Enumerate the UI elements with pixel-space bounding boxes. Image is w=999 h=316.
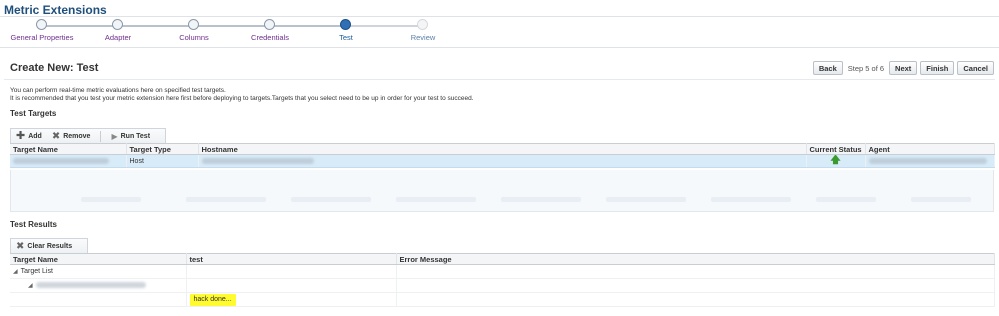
empty-placeholder (501, 197, 581, 202)
train-stop-general-properties[interactable] (36, 19, 47, 30)
train-label-columns[interactable]: Columns (179, 33, 209, 42)
remove-label: Remove (63, 132, 91, 140)
empty-placeholder (606, 197, 686, 202)
test-targets-toolbar: ✚ Add ✖ Remove ▶ Run Test (10, 128, 166, 143)
redacted-text (201, 157, 314, 164)
train-label-credentials[interactable]: Credentials (251, 33, 289, 42)
clear-results-label: Clear Results (27, 242, 73, 250)
tree-row-target[interactable]: ◢ (10, 278, 995, 293)
cancel-button[interactable]: Cancel (957, 61, 994, 75)
cell-hostname (198, 154, 807, 168)
info-line-2: It is recommended that you test your met… (10, 94, 474, 102)
col-target-name[interactable]: Target Name (10, 143, 127, 155)
run-test-button[interactable]: ▶ Run Test (111, 132, 150, 141)
train-stop-credentials[interactable] (264, 19, 275, 30)
play-icon: ▶ (111, 131, 118, 141)
test-results-toolbar: ✖ Clear Results (10, 238, 88, 253)
cell-tree-target: ◢ (10, 278, 187, 293)
finish-button[interactable]: Finish (920, 61, 955, 75)
empty-placeholder (291, 197, 371, 202)
train-label-adapter[interactable]: Adapter (105, 33, 131, 42)
cell-empty (186, 278, 397, 293)
cell-agent (865, 154, 995, 168)
col-result-test[interactable]: test (186, 253, 397, 265)
arrow-up-icon: 🡅 (830, 155, 841, 166)
table-row[interactable]: hack done... (10, 292, 995, 307)
col-error-message[interactable]: Error Message (396, 253, 995, 265)
wizard-navigation: Back Step 5 of 6 Next Finish Cancel (812, 61, 994, 75)
tree-expand-icon[interactable]: ◢ (13, 268, 18, 275)
empty-placeholder (186, 197, 266, 202)
clear-results-button[interactable]: ✖ Clear Results (16, 240, 73, 252)
empty-placeholder (81, 197, 141, 202)
targets-header-row: Target Name Target Type Hostname Current… (10, 143, 995, 155)
train-divider (0, 47, 999, 48)
redacted-text (13, 157, 109, 164)
info-text: You can perform real-time metric evaluat… (10, 87, 474, 102)
table-row[interactable]: Host 🡅 (10, 154, 995, 168)
run-test-label: Run Test (120, 132, 151, 140)
col-current-status[interactable]: Current Status (806, 143, 866, 155)
targets-empty-area (10, 170, 994, 212)
train-label-general-properties[interactable]: General Properties (11, 33, 74, 42)
cell-target-name (10, 154, 127, 168)
cell-empty (10, 292, 187, 307)
redacted-text (35, 282, 146, 289)
tree-root-label: Target List (20, 268, 53, 275)
results-header-row: Target Name test Error Message (10, 253, 995, 265)
tree-row-target-list[interactable]: ◢ Target List (10, 264, 995, 279)
tree-expand-icon[interactable]: ◢ (28, 282, 33, 289)
plus-icon: ✚ (16, 129, 26, 142)
empty-placeholder (711, 197, 791, 202)
train-line-remaining (345, 25, 423, 27)
cell-empty (186, 264, 397, 279)
clear-x-icon: ✖ (16, 240, 25, 252)
col-agent[interactable]: Agent (865, 143, 995, 155)
toolbar-separator (100, 130, 102, 142)
cell-empty (396, 278, 995, 293)
test-results-title: Test Results (10, 220, 57, 229)
section-title: Create New: Test (10, 62, 99, 74)
col-result-target-name[interactable]: Target Name (10, 253, 187, 265)
back-button[interactable]: Back (812, 61, 843, 75)
add-label: Add (28, 132, 42, 140)
info-line-1: You can perform real-time metric evaluat… (10, 87, 226, 94)
next-button[interactable]: Next (889, 61, 918, 75)
train-stop-test (340, 19, 351, 30)
test-targets-table: Target Name Target Type Hostname Current… (10, 143, 995, 168)
test-results-table: Target Name test Error Message ◢ Target L… (10, 253, 995, 307)
empty-placeholder (396, 197, 476, 202)
result-value: hack done... (189, 293, 236, 306)
train-label-test: Test (339, 33, 353, 42)
train-stop-review (417, 19, 428, 30)
cell-current-status: 🡅 (806, 154, 866, 168)
step-indicator: Step 5 of 6 (847, 63, 885, 73)
cell-test-value: hack done... (186, 292, 397, 307)
remove-x-icon: ✖ (51, 130, 61, 142)
wizard-train: General Properties Adapter Columns Crede… (0, 17, 999, 47)
col-target-type[interactable]: Target Type (126, 143, 199, 155)
test-targets-title: Test Targets (10, 109, 57, 118)
cell-empty (396, 264, 995, 279)
remove-button[interactable]: ✖ Remove (51, 130, 91, 142)
train-label-review: Review (410, 33, 436, 42)
train-stop-adapter[interactable] (112, 19, 123, 30)
cell-error-message (396, 292, 995, 307)
page-title: Metric Extensions (4, 3, 107, 17)
train-stop-columns[interactable] (188, 19, 199, 30)
cell-target-type: Host (126, 154, 199, 168)
add-button[interactable]: ✚ Add (16, 129, 42, 142)
redacted-text (868, 157, 987, 164)
cell-tree-root: ◢ Target List (10, 264, 187, 279)
section-divider (4, 79, 995, 80)
empty-placeholder (911, 197, 971, 202)
empty-placeholder (816, 197, 876, 202)
col-hostname[interactable]: Hostname (198, 143, 807, 155)
